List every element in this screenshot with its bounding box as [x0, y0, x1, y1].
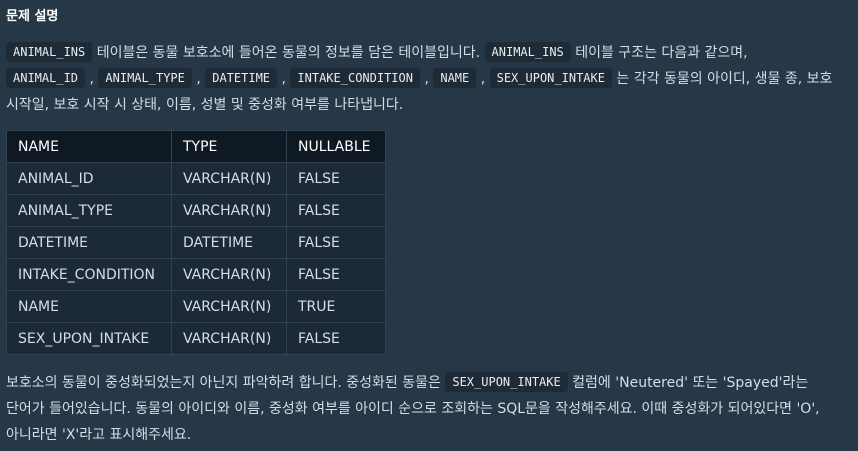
code-column: ANIMAL_TYPE [98, 68, 192, 88]
task-line-3: 아니라면 'X'라고 표시해주세요. [6, 427, 192, 443]
header-cell: NULLABLE [286, 130, 386, 163]
table-cell: INTAKE_CONDITION [6, 258, 172, 291]
table-cell: FALSE [286, 322, 386, 355]
table-row: NAME VARCHAR(N) TRUE [6, 290, 386, 323]
code-column: DATETIME [205, 68, 278, 88]
task-text-2: 컬럼에 'Neutered' 또는 'Spayed'라는 [567, 375, 809, 391]
intro-line-3: 시작일, 보호 시작 시 상태, 이름, 성별 및 중성화 여부를 나타냅니다. [6, 97, 404, 113]
table-cell: TRUE [286, 290, 386, 323]
comma: , [196, 71, 201, 87]
intro-paragraph: ANIMAL_INS 테이블은 동물 보호소에 들어온 동물의 정보를 담은 테… [6, 40, 832, 118]
intro-text-1: 테이블은 동물 보호소에 들어온 동물의 정보를 담은 테이블입니다. [92, 45, 485, 61]
table-cell: FALSE [286, 162, 386, 195]
table-row: INTAKE_CONDITION VARCHAR(N) FALSE [6, 258, 386, 291]
task-paragraph: 보호소의 동물이 중성화되었는지 아닌지 파악하려 합니다. 중성화된 동물은 … [6, 370, 820, 448]
task-line-1: 보호소의 동물이 중성화되었는지 아닌지 파악하려 합니다. 중성화된 동물은 … [6, 370, 820, 396]
code-table-name-2: ANIMAL_INS [484, 42, 571, 62]
intro-text-2: 테이블 구조는 다음과 같으며, [570, 45, 748, 61]
code-table-name: ANIMAL_INS [6, 42, 93, 62]
intro-line-1: ANIMAL_INS 테이블은 동물 보호소에 들어온 동물의 정보를 담은 테… [6, 40, 832, 66]
table-cell: FALSE [286, 258, 386, 291]
table-cell: VARCHAR(N) [171, 194, 287, 227]
comma: , [89, 71, 94, 87]
header-cell: NAME [6, 130, 172, 163]
table-row: ANIMAL_TYPE VARCHAR(N) FALSE [6, 194, 386, 227]
schema-table: NAME TYPE NULLABLE ANIMAL_ID VARCHAR(N) … [6, 130, 386, 355]
table-cell: FALSE [286, 226, 386, 259]
table-row: DATETIME DATETIME FALSE [6, 226, 386, 259]
intro-text-3: 는 각각 동물의 아이디, 생물 종, 보호 [611, 71, 833, 87]
table-cell: VARCHAR(N) [171, 258, 287, 291]
intro-line-2: ANIMAL_ID , ANIMAL_TYPE , DATETIME , INT… [6, 66, 832, 92]
code-column-ref: SEX_UPON_INTAKE [445, 372, 568, 392]
table-cell: ANIMAL_TYPE [6, 194, 172, 227]
table-cell: VARCHAR(N) [171, 322, 287, 355]
header-cell: TYPE [171, 130, 287, 163]
code-column: INTAKE_CONDITION [290, 68, 420, 88]
table-cell: DATETIME [6, 226, 172, 259]
code-column: SEX_UPON_INTAKE [489, 68, 612, 88]
table-cell: NAME [6, 290, 172, 323]
comma: , [424, 71, 429, 87]
table-cell: VARCHAR(N) [171, 290, 287, 323]
comma: , [480, 71, 486, 87]
table-cell: VARCHAR(N) [171, 162, 287, 195]
table-cell: SEX_UPON_INTAKE [6, 322, 172, 355]
code-column: ANIMAL_ID [6, 68, 86, 88]
problem-description: 문제 설명 ANIMAL_INS 테이블은 동물 보호소에 들어온 동물의 정보… [0, 0, 858, 451]
section-title: 문제 설명 [6, 9, 59, 24]
table-row: SEX_UPON_INTAKE VARCHAR(N) FALSE [6, 322, 386, 355]
comma: , [281, 71, 286, 87]
task-text-1: 보호소의 동물이 중성화되었는지 아닌지 파악하려 합니다. 중성화된 동물은 [6, 375, 446, 391]
code-column: NAME [433, 68, 477, 88]
task-line-2: 단어가 들어있습니다. 동물의 아이디와 이름, 중성화 여부를 아이디 순으로… [6, 401, 820, 417]
table-cell: ANIMAL_ID [6, 162, 172, 195]
table-cell: FALSE [286, 194, 386, 227]
table-row: ANIMAL_ID VARCHAR(N) FALSE [6, 162, 386, 195]
table-cell: DATETIME [171, 226, 287, 259]
table-header-row: NAME TYPE NULLABLE [6, 130, 386, 163]
